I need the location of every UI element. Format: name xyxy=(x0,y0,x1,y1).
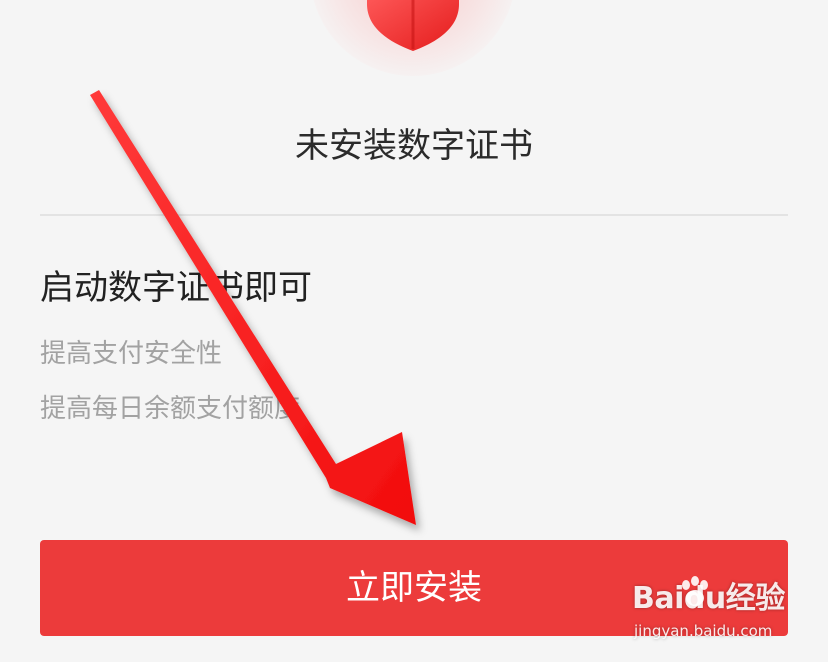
watermark-url: jingyan.baidu.com xyxy=(634,622,773,640)
baidu-jingyan-watermark: Baidu经验 jingyan.baidu.com xyxy=(632,576,812,646)
divider xyxy=(40,214,788,216)
benefit-item: 提高每日余额支付额度 xyxy=(40,394,301,424)
benefit-item: 提高支付安全性 xyxy=(40,339,223,369)
shield-icon xyxy=(367,0,459,51)
certificate-status-title: 未安装数字证书 xyxy=(295,126,533,166)
benefits-heading: 启动数字证书即可 xyxy=(40,268,312,308)
paw-icon xyxy=(682,576,708,606)
